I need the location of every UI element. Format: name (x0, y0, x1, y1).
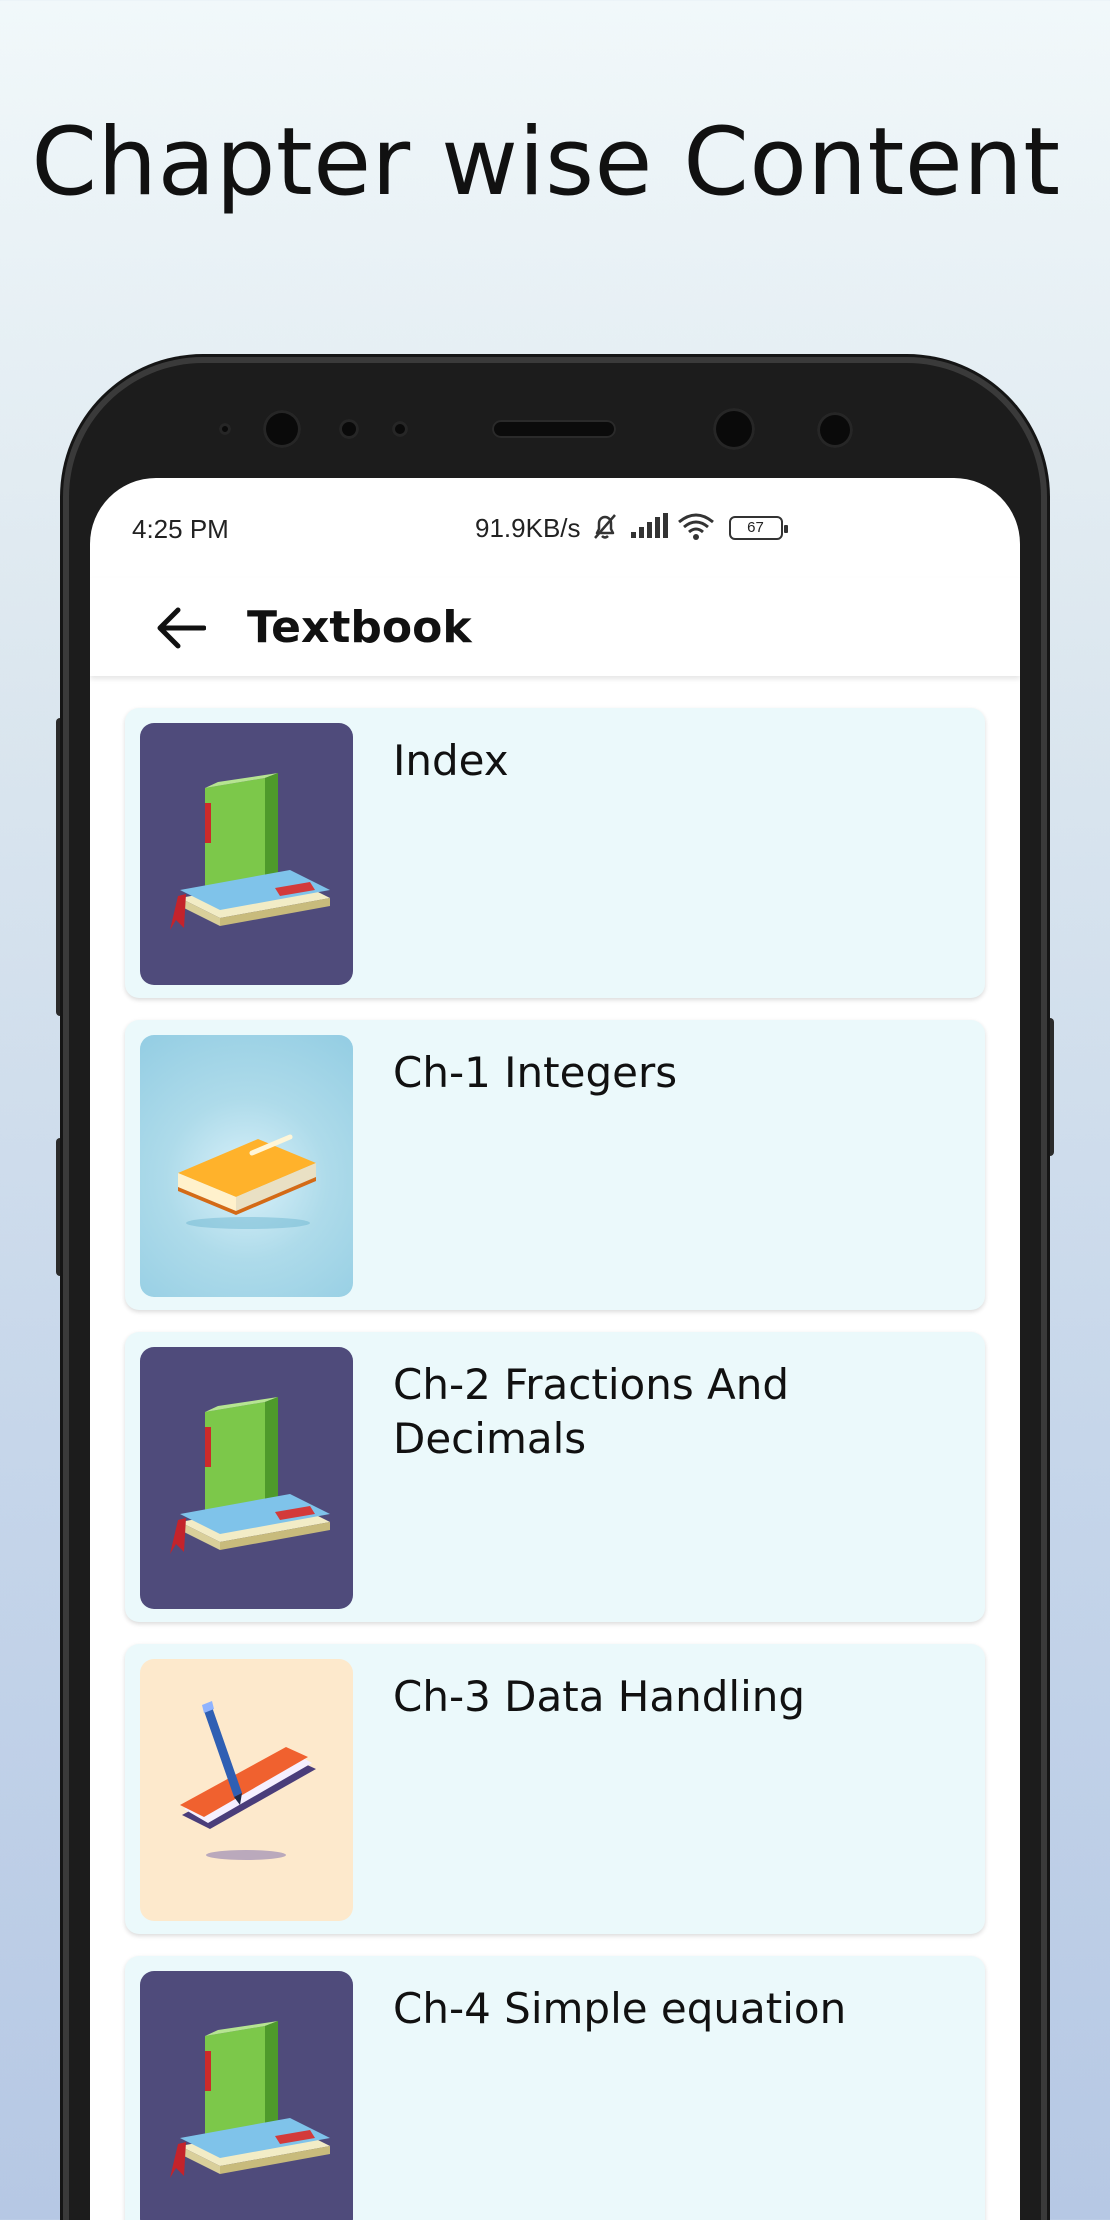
page-title: Textbook (247, 602, 472, 653)
chapter-thumbnail (140, 723, 353, 985)
chapter-title: Ch-3 Data Handling (393, 1672, 806, 1721)
signal-icon (629, 512, 669, 545)
front-camera (713, 408, 755, 450)
sensor-dot (219, 423, 231, 435)
app-bar: Textbook (90, 578, 1020, 676)
chapter-thumbnail (140, 1971, 353, 2220)
chapter-title: Ch-1 Integers (393, 1048, 678, 1097)
chapter-title: Ch-2 Fractions And Decimals (393, 1360, 790, 1463)
green-book-stack-icon (170, 2021, 330, 2178)
chapter-title: Index (393, 736, 509, 785)
sensor-dot (339, 419, 359, 439)
notebook-pen-icon (180, 1701, 316, 1860)
green-book-stack-icon (170, 1397, 330, 1554)
chapter-thumbnail (140, 1035, 353, 1297)
arrow-left-icon (157, 607, 206, 649)
muted-bell-icon (589, 510, 621, 547)
chapter-list: Index Ch-1 Integers Ch-2 Fractions And D… (125, 708, 985, 2220)
status-bar: 4:25 PM 91.9KB/s 67 (90, 478, 1020, 578)
chapter-card-integers[interactable]: Ch-1 Integers (125, 1020, 985, 1310)
chapter-card-simple-equation[interactable]: Ch-4 Simple equation (125, 1956, 985, 2220)
status-time: 4:25 PM (132, 514, 229, 544)
chapter-card-index[interactable]: Index (125, 708, 985, 998)
sensor-dot (392, 421, 408, 437)
battery-icon: 67 (728, 516, 788, 540)
green-book-stack-icon (170, 773, 330, 930)
promo-title: Chapter wise Content (31, 108, 1061, 217)
earpiece-speaker (492, 420, 616, 438)
sensor-dot (817, 412, 853, 448)
wifi-icon (677, 512, 715, 545)
back-button[interactable] (150, 602, 210, 654)
front-camera (263, 410, 301, 448)
chapter-card-fractions-decimals[interactable]: Ch-2 Fractions And Decimals (125, 1332, 985, 1622)
network-speed: 91.9KB/s (475, 512, 581, 543)
phone-screen: 4:25 PM 91.9KB/s 67 Textbook Index Ch-1 … (90, 478, 1020, 2220)
chapter-title: Ch-4 Simple equation (393, 1984, 847, 2033)
chapter-thumbnail (140, 1659, 353, 1921)
orange-book-icon (178, 1134, 316, 1229)
status-icons: 91.9KB/s 67 (475, 510, 788, 547)
chapter-thumbnail (140, 1347, 353, 1609)
chapter-card-data-handling[interactable]: Ch-3 Data Handling (125, 1644, 985, 1934)
